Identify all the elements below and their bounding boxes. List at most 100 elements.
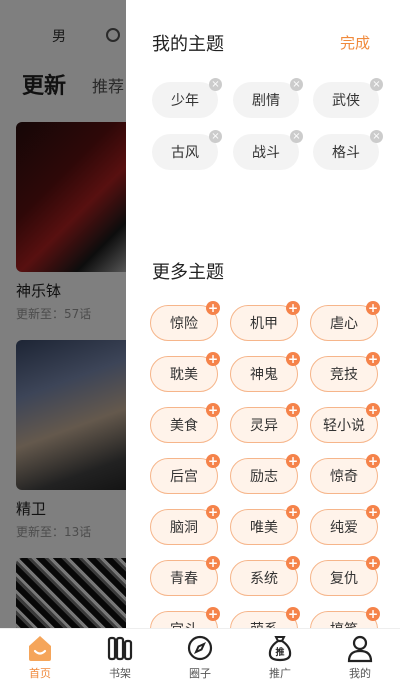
theme-label: 唯美	[250, 520, 278, 536]
more-theme-tag[interactable]: 纯爱 +	[310, 505, 380, 545]
add-icon[interactable]: +	[366, 556, 380, 570]
theme-label: 惊奇	[330, 469, 358, 485]
add-icon[interactable]: +	[366, 505, 380, 519]
my-theme-tag[interactable]: 战斗 ×	[233, 130, 303, 170]
add-icon[interactable]: +	[206, 352, 220, 366]
theme-label: 纯爱	[330, 520, 358, 536]
add-icon[interactable]: +	[206, 454, 220, 468]
theme-drawer: 我的主题 完成 少年 × 剧情 × 武侠 × 古风 × 战斗 × 格斗 × 更多…	[126, 0, 400, 628]
more-theme-tag[interactable]: 竞技 +	[310, 352, 380, 392]
more-theme-tag[interactable]: 轻小说 +	[310, 403, 380, 443]
theme-label: 复仇	[330, 571, 358, 587]
add-icon[interactable]: +	[286, 454, 300, 468]
theme-label: 美食	[170, 418, 198, 434]
my-theme-tag[interactable]: 古风 ×	[152, 130, 222, 170]
remove-icon[interactable]: ×	[209, 130, 222, 143]
nav-item-home[interactable]: 首页	[0, 629, 80, 683]
add-icon[interactable]: +	[286, 505, 300, 519]
add-icon[interactable]: +	[366, 454, 380, 468]
add-icon[interactable]: +	[286, 403, 300, 417]
home-icon	[25, 633, 55, 663]
my-theme-tag[interactable]: 少年 ×	[152, 78, 222, 118]
more-theme-tag[interactable]: 灵异 +	[230, 403, 300, 443]
more-theme-tag[interactable]: 励志 +	[230, 454, 300, 494]
add-icon[interactable]: +	[206, 556, 220, 570]
more-theme-tag[interactable]: 萌系 +	[230, 607, 300, 628]
theme-label: 少年	[171, 93, 199, 109]
more-theme-tag[interactable]: 虐心 +	[310, 301, 380, 341]
nav-item-promote[interactable]: 推 推广	[240, 629, 320, 683]
theme-label: 系统	[250, 571, 278, 587]
promote-bag-icon: 推	[265, 633, 295, 663]
more-theme-tag[interactable]: 惊险 +	[150, 301, 220, 341]
add-icon[interactable]: +	[286, 607, 300, 621]
nav-item-profile[interactable]: 我的	[320, 629, 400, 683]
remove-icon[interactable]: ×	[370, 130, 383, 143]
add-icon[interactable]: +	[206, 301, 220, 315]
bookshelf-icon	[105, 633, 135, 663]
more-theme-tag[interactable]: 美食 +	[150, 403, 220, 443]
more-theme-tag[interactable]: 唯美 +	[230, 505, 300, 545]
more-theme-tag[interactable]: 宫斗 +	[150, 607, 220, 628]
drawer-header: 我的主题 完成	[126, 0, 400, 80]
more-theme-tag[interactable]: 惊奇 +	[310, 454, 380, 494]
my-theme-tag[interactable]: 剧情 ×	[233, 78, 303, 118]
theme-label: 励志	[250, 469, 278, 485]
theme-label: 武侠	[332, 93, 360, 109]
done-button[interactable]: 完成	[340, 32, 370, 53]
add-icon[interactable]: +	[366, 301, 380, 315]
nav-item-bookshelf[interactable]: 书架	[80, 629, 160, 683]
theme-label: 战斗	[252, 145, 280, 161]
theme-label: 萌系	[250, 619, 278, 628]
remove-icon[interactable]: ×	[290, 130, 303, 143]
profile-icon	[345, 633, 375, 663]
more-themes-title: 更多主题	[152, 262, 224, 283]
theme-label: 神鬼	[250, 367, 278, 383]
theme-label: 脑洞	[170, 520, 198, 536]
more-theme-tag[interactable]: 耽美 +	[150, 352, 220, 392]
nav-label: 圈子	[189, 667, 211, 680]
theme-label: 剧情	[252, 93, 280, 109]
theme-label: 古风	[171, 145, 199, 161]
theme-label: 耽美	[170, 367, 198, 383]
add-icon[interactable]: +	[366, 607, 380, 621]
remove-icon[interactable]: ×	[290, 78, 303, 91]
more-theme-tag[interactable]: 复仇 +	[310, 556, 380, 596]
my-themes-title: 我的主题	[152, 34, 224, 55]
add-icon[interactable]: +	[206, 607, 220, 621]
nav-label: 书架	[109, 667, 131, 680]
add-icon[interactable]: +	[286, 556, 300, 570]
remove-icon[interactable]: ×	[209, 78, 222, 91]
add-icon[interactable]: +	[206, 403, 220, 417]
theme-label: 青春	[170, 571, 198, 587]
theme-label: 轻小说	[323, 418, 365, 434]
more-theme-tag[interactable]: 搞笑 +	[310, 607, 380, 628]
my-theme-tag[interactable]: 武侠 ×	[313, 78, 383, 118]
more-theme-tag[interactable]: 神鬼 +	[230, 352, 300, 392]
add-icon[interactable]: +	[286, 352, 300, 366]
theme-label: 格斗	[332, 145, 360, 161]
add-icon[interactable]: +	[366, 403, 380, 417]
theme-label: 搞笑	[330, 619, 358, 628]
bottom-nav: 首页 书架 圈子 推 推广 我的	[0, 628, 400, 683]
add-icon[interactable]: +	[366, 352, 380, 366]
theme-label: 竞技	[330, 367, 358, 383]
more-theme-tag[interactable]: 系统 +	[230, 556, 300, 596]
add-icon[interactable]: +	[206, 505, 220, 519]
my-theme-tag[interactable]: 格斗 ×	[313, 130, 383, 170]
theme-label: 灵异	[250, 418, 278, 434]
theme-label: 虐心	[330, 316, 358, 332]
nav-label: 我的	[349, 667, 371, 680]
theme-label: 后宫	[170, 469, 198, 485]
theme-label: 惊险	[170, 316, 198, 332]
more-theme-tag[interactable]: 后宫 +	[150, 454, 220, 494]
add-icon[interactable]: +	[286, 301, 300, 315]
compass-icon	[185, 633, 215, 663]
remove-icon[interactable]: ×	[370, 78, 383, 91]
more-theme-tag[interactable]: 机甲 +	[230, 301, 300, 341]
svg-text:推: 推	[275, 646, 284, 658]
nav-label: 首页	[29, 667, 51, 680]
nav-item-circle[interactable]: 圈子	[160, 629, 240, 683]
more-theme-tag[interactable]: 青春 +	[150, 556, 220, 596]
more-theme-tag[interactable]: 脑洞 +	[150, 505, 220, 545]
